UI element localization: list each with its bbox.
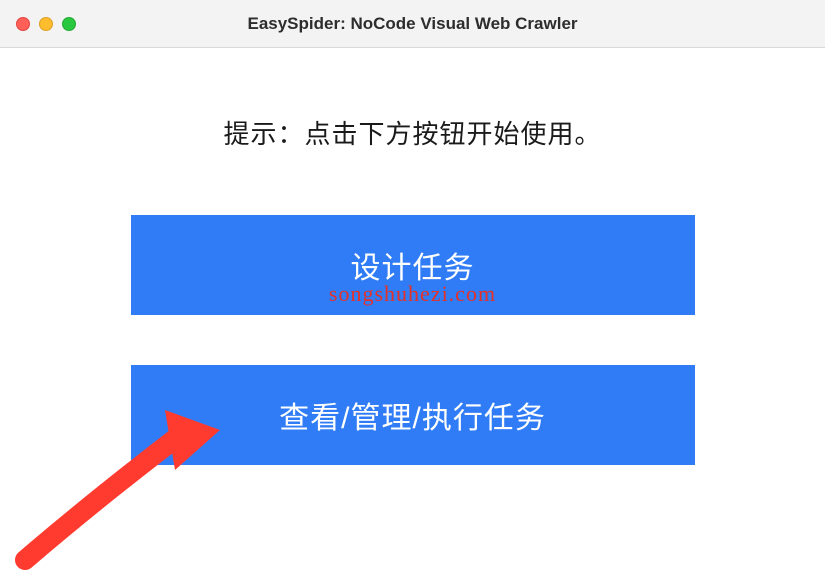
manage-task-button[interactable]: 查看/管理/执行任务 bbox=[131, 365, 695, 465]
close-icon[interactable] bbox=[16, 17, 30, 31]
app-window: EasySpider: NoCode Visual Web Crawler 提示… bbox=[0, 0, 825, 586]
maximize-icon[interactable] bbox=[62, 17, 76, 31]
main-content: 提示：点击下方按钮开始使用。 设计任务 songshuhezi.com 查看/管… bbox=[0, 48, 825, 465]
window-title: EasySpider: NoCode Visual Web Crawler bbox=[247, 14, 577, 34]
minimize-icon[interactable] bbox=[39, 17, 53, 31]
titlebar: EasySpider: NoCode Visual Web Crawler bbox=[0, 0, 825, 48]
window-controls bbox=[16, 17, 76, 31]
hint-text: 提示：点击下方按钮开始使用。 bbox=[223, 114, 601, 151]
design-task-label: 设计任务 bbox=[351, 243, 475, 287]
design-task-button[interactable]: 设计任务 songshuhezi.com bbox=[131, 215, 695, 315]
manage-task-label: 查看/管理/执行任务 bbox=[279, 393, 546, 437]
